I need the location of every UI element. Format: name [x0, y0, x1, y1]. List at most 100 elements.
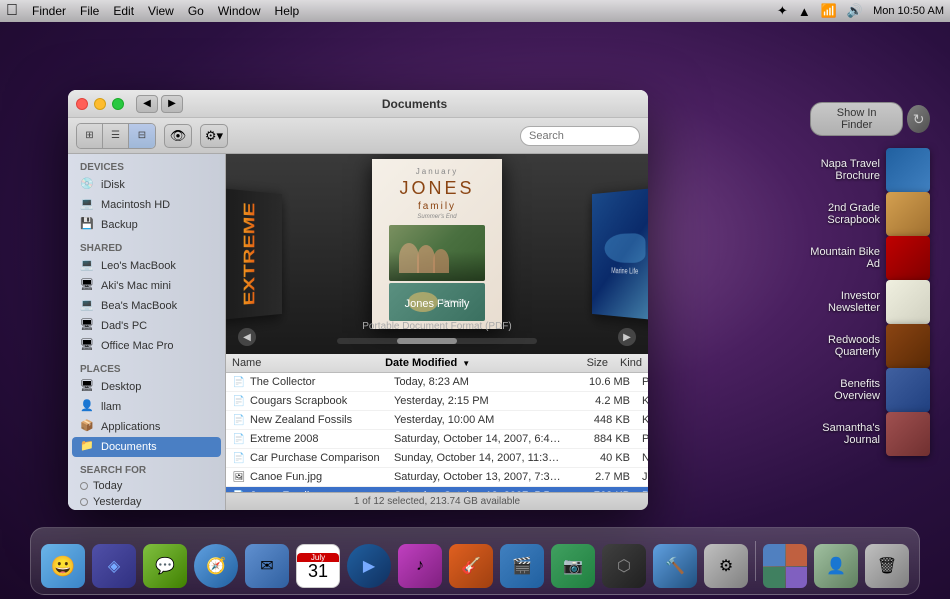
menubar-edit[interactable]: Edit [113, 4, 134, 18]
sidebar-item-leos[interactable]: 💻 Leo's MacBook [72, 256, 221, 276]
stack-thumb-0 [886, 148, 930, 192]
cell-size-0: 10.6 MB [567, 375, 636, 389]
dock-item-itunes[interactable]: ♪ [396, 542, 444, 590]
wifi-icon[interactable]: ▲ [798, 4, 811, 19]
sidebar-item-office[interactable]: 🖥 Office Mac Pro [72, 336, 221, 356]
places-header: PLACES [68, 360, 225, 377]
macpro-icon: 🖥 [80, 338, 96, 354]
file-icon-2: 📄 [232, 413, 246, 427]
minimize-button[interactable] [94, 98, 106, 110]
col-header-size[interactable]: Size [548, 356, 614, 370]
title-bar: ◀ ▶ Documents [68, 90, 648, 118]
dock-item-quicktime[interactable]: ▶ [345, 542, 393, 590]
coverflow-view-button[interactable]: ⊟ [129, 124, 155, 148]
bluetooth-icon[interactable]: ✦ [777, 3, 788, 19]
forward-button[interactable]: ▶ [161, 95, 183, 113]
col-header-date[interactable]: Date Modified ▼ [379, 356, 548, 370]
sidebar-item-aki[interactable]: 🖥 Aki's Mac mini [72, 276, 221, 296]
sidebar-item-bea[interactable]: 💻 Bea's MacBook [72, 296, 221, 316]
dock-item-sysprefs[interactable]: ⚙ [702, 542, 750, 590]
menubar-window[interactable]: Window [218, 4, 261, 18]
dock-item-safari[interactable]: 🧭 [192, 542, 240, 590]
eye-button[interactable]: 👁 [164, 124, 192, 148]
menubar-view[interactable]: View [148, 4, 174, 18]
file-icon-0: 📄 [232, 375, 246, 389]
col-header-name[interactable]: Name [226, 356, 379, 370]
icon-view-button[interactable]: ⊞ [77, 124, 103, 148]
dock-item-aperture[interactable]: ⬡ [600, 542, 648, 590]
stack-item-2[interactable]: Mountain Bike Ad [810, 236, 930, 280]
sysprefs-icon: ⚙ [704, 544, 748, 588]
toolbar: ⊞ ☰ ⊟ 👁 ⚙▾ [68, 118, 648, 154]
menubar-file[interactable]: File [80, 4, 99, 18]
file-row-3[interactable]: 📄 Extreme 2008 Saturday, October 14, 200… [226, 430, 648, 449]
sidebar-item-macintosh-hd[interactable]: 💻 Macintosh HD [72, 195, 221, 215]
shared-section: SHARED 💻 Leo's MacBook 🖥 Aki's Mac mini … [68, 239, 225, 356]
sidebar-item-llam[interactable]: 👤 llam [72, 397, 221, 417]
apple-menu[interactable]:  [6, 2, 18, 20]
show-in-finder-area: Show In Finder ↻ [810, 102, 930, 136]
cell-size-4: 40 KB [567, 451, 636, 465]
show-in-finder-button[interactable]: Show In Finder [810, 102, 903, 136]
stack-item-3[interactable]: Investor Newsletter [810, 280, 930, 324]
maximize-button[interactable] [112, 98, 124, 110]
dock-item-ichat[interactable]: 💬 [141, 542, 189, 590]
col-header-kind[interactable]: Kind [614, 356, 648, 370]
macmini-icon: 🖥 [80, 278, 96, 294]
desktop-icon: 🖥 [80, 379, 96, 395]
dock-item-imovie[interactable]: 🎬 [498, 542, 546, 590]
stack-label-1: 2nd Grade Scrapbook [810, 202, 880, 226]
file-row-0[interactable]: 📄 The Collector Today, 8:23 AM 10.6 MB P… [226, 373, 648, 392]
stack-item-5[interactable]: Benefits Overview [810, 368, 930, 412]
action-button[interactable]: ⚙▾ [200, 124, 228, 148]
cell-kind-2: Keynote Document [636, 413, 648, 427]
stack-thumb-2 [886, 236, 930, 280]
dock-item-ical[interactable]: July 31 [294, 542, 342, 590]
search-input[interactable] [520, 126, 640, 146]
jones-family-text: family [418, 201, 456, 212]
menubar-help[interactable]: Help [275, 4, 300, 18]
cell-name-2: 📄 New Zealand Fossils [226, 412, 388, 428]
dock-item-garageband[interactable]: 🎸 [447, 542, 495, 590]
dock-item-dashboard[interactable]: ◈ [90, 542, 138, 590]
cf-right-button[interactable]: ▶ [618, 328, 636, 346]
clock: Mon 10:50 AM [873, 5, 944, 17]
dock-item-trash[interactable]: 🗑 [863, 542, 911, 590]
sidebar-item-applications[interactable]: 📦 Applications [72, 417, 221, 437]
dock-item-finder[interactable]: 😀 [39, 542, 87, 590]
dock-item-mail[interactable]: ✉ [243, 542, 291, 590]
volume-icon[interactable]: 🔊 [847, 3, 863, 19]
airport-icon[interactable]: 📶 [821, 3, 837, 19]
sidebar-item-backup[interactable]: 💾 Backup [72, 215, 221, 235]
cf-left-button[interactable]: ◀ [238, 328, 256, 346]
stack-item-1[interactable]: 2nd Grade Scrapbook [810, 192, 930, 236]
forward-action-button[interactable]: ↻ [907, 105, 930, 133]
list-view-button[interactable]: ☰ [103, 124, 129, 148]
cf-scrollbar[interactable] [337, 338, 537, 344]
menubar-finder[interactable]: Finder [32, 4, 66, 18]
file-row-2[interactable]: 📄 New Zealand Fossils Yesterday, 10:00 A… [226, 411, 648, 430]
close-button[interactable] [76, 98, 88, 110]
dock-item-stacks[interactable] [761, 542, 809, 590]
sidebar-item-desktop[interactable]: 🖥 Desktop [72, 377, 221, 397]
back-button[interactable]: ◀ [136, 95, 158, 113]
sidebar: DEVICES 💿 iDisk 💻 Macintosh HD 💾 Backup [68, 154, 226, 510]
stack-item-0[interactable]: Napa Travel Brochure [810, 148, 930, 192]
dock-item-users[interactable]: 👤 [812, 542, 860, 590]
stack-label-2: Mountain Bike Ad [810, 246, 880, 270]
stack-item-6[interactable]: Samantha's Journal [810, 412, 930, 456]
sidebar-search-yesterday[interactable]: Yesterday [72, 494, 221, 510]
file-row-4[interactable]: 📄 Car Purchase Comparison Sunday, Octobe… [226, 449, 648, 468]
main-area: 2008 EXTREME January [226, 154, 648, 510]
file-row-5[interactable]: 🖼 Canoe Fun.jpg Saturday, October 13, 20… [226, 468, 648, 487]
dock-item-iphoto[interactable]: 📷 [549, 542, 597, 590]
sidebar-item-dad[interactable]: 🖥 Dad's PC [72, 316, 221, 336]
dock-item-xcode[interactable]: 🔨 [651, 542, 699, 590]
sidebar-item-documents[interactable]: 📁 Documents [72, 437, 221, 457]
menubar-go[interactable]: Go [188, 4, 204, 18]
stack-item-4[interactable]: Redwoods Quarterly [810, 324, 930, 368]
file-row-1[interactable]: 📄 Cougars Scrapbook Yesterday, 2:15 PM 4… [226, 392, 648, 411]
cover-flow[interactable]: 2008 EXTREME January [226, 154, 648, 354]
sidebar-search-today[interactable]: Today [72, 478, 221, 494]
sidebar-item-idisk[interactable]: 💿 iDisk [72, 175, 221, 195]
